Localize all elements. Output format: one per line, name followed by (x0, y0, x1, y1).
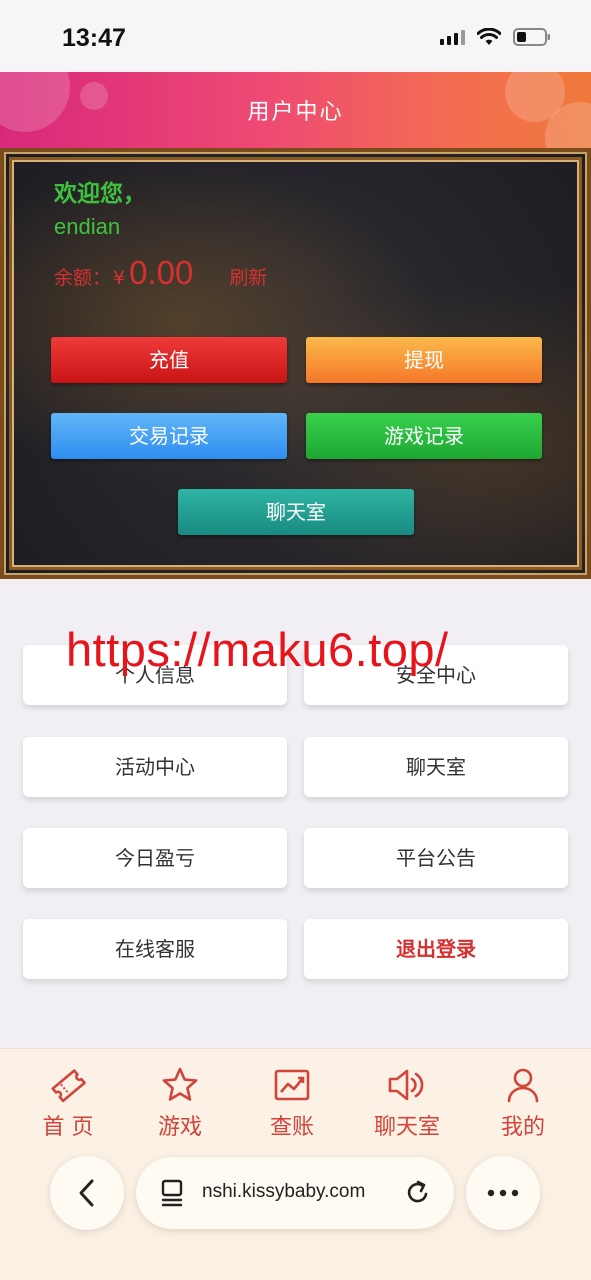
refresh-button[interactable]: 刷新 (229, 263, 267, 290)
online-service-button[interactable]: 在线客服 (23, 919, 287, 979)
address-bar[interactable]: nshi.kissybaby.com (136, 1157, 454, 1229)
url-text: nshi.kissybaby.com (202, 1181, 366, 1202)
balance-value: 0.00 (129, 254, 194, 291)
username: endian (54, 214, 121, 239)
reload-icon[interactable] (404, 1179, 432, 1211)
balance-label: 余额： (54, 267, 112, 289)
announcements-button[interactable]: 平台公告 (304, 828, 568, 888)
game-records-button[interactable]: 游戏记录 (306, 413, 542, 459)
user-icon (473, 1065, 573, 1105)
today-pnl-button[interactable]: 今日盈亏 (23, 828, 287, 888)
page-header: 用户中心 (0, 72, 591, 148)
nav-mine-label: 我的 (500, 1115, 545, 1140)
activity-center-button[interactable]: 活动中心 (23, 737, 287, 797)
nav-games-label: 游戏 (157, 1115, 202, 1140)
more-button[interactable] (466, 1156, 540, 1230)
bottom-area: 首 页 游戏 查账 聊天室 我的 nshi.kissybaby.com (0, 1048, 591, 1280)
nav-mine[interactable]: 我的 (473, 1065, 573, 1141)
nav-billing[interactable]: 查账 (242, 1065, 342, 1141)
back-button[interactable] (50, 1156, 124, 1230)
trade-records-button[interactable]: 交易记录 (51, 413, 287, 459)
nav-chat-label: 聊天室 (373, 1115, 440, 1140)
chevron-left-icon (79, 1179, 94, 1207)
recharge-button[interactable]: 充值 (51, 337, 287, 383)
nav-chat[interactable]: 聊天室 (357, 1065, 457, 1141)
status-bar: 13:47 (0, 0, 591, 72)
account-panel: 欢迎您， endian 余额： ¥ 0.00 刷新 充值 提现 交易记录 游戏记… (0, 148, 591, 579)
chat-room-button[interactable]: 聊天室 (178, 489, 414, 535)
ticket-icon (18, 1065, 118, 1105)
nav-home[interactable]: 首 页 (18, 1065, 118, 1141)
account-panel-inner: 欢迎您， endian 余额： ¥ 0.00 刷新 充值 提现 交易记录 游戏记… (4, 152, 587, 575)
nav-games[interactable]: 游戏 (130, 1065, 230, 1141)
chart-icon (242, 1065, 342, 1105)
cellular-signal-icon (440, 29, 465, 45)
more-dots-icon (487, 1189, 519, 1197)
watermark-url: https://maku6.top/ (66, 623, 449, 676)
logout-button[interactable]: 退出登录 (304, 919, 568, 979)
welcome-text: 欢迎您， (54, 181, 146, 207)
battery-icon (513, 28, 551, 46)
nav-home-label: 首 页 (42, 1115, 94, 1140)
star-icon (130, 1065, 230, 1105)
wifi-icon (477, 28, 501, 46)
speaker-icon (357, 1065, 457, 1105)
page-title: 用户中心 (247, 100, 344, 125)
status-icons (440, 28, 551, 46)
withdraw-button[interactable]: 提现 (306, 337, 542, 383)
status-time: 13:47 (62, 24, 126, 52)
currency-symbol: ¥ (113, 267, 126, 289)
balance-row: 余额： ¥ 0.00 刷新 (54, 254, 267, 292)
chat-room-menu-button[interactable]: 聊天室 (304, 737, 568, 797)
nav-billing-label: 查账 (269, 1115, 314, 1140)
page-menu-icon[interactable] (160, 1179, 186, 1211)
